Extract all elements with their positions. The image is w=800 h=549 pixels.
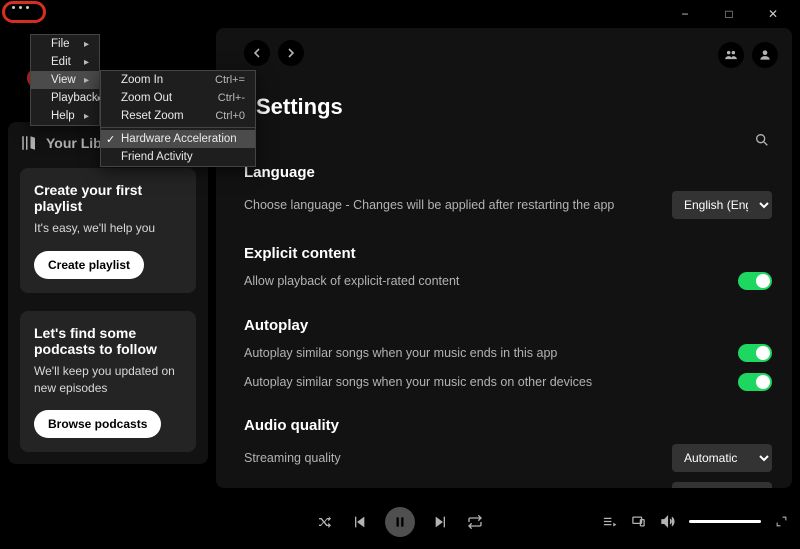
previous-button[interactable] xyxy=(351,514,367,530)
menu-item-hardware-acceleration[interactable]: ✓Hardware Acceleration xyxy=(101,130,255,148)
streaming-label: Streaming quality xyxy=(244,449,341,468)
settings-search-button[interactable] xyxy=(754,132,770,148)
audio-title: Audio quality xyxy=(244,417,772,434)
fullscreen-button[interactable] xyxy=(775,515,788,528)
search-icon xyxy=(754,132,770,148)
download-quality-select[interactable]: High xyxy=(672,482,772,488)
menu-item-edit[interactable]: Edit▸ xyxy=(31,53,99,71)
menu-item-file[interactable]: File▸ xyxy=(31,35,99,53)
devices-icon xyxy=(631,514,646,529)
menu-item-zoom-out[interactable]: Zoom OutCtrl+- xyxy=(101,89,255,107)
create-playlist-card: Create your first playlist It's easy, we… xyxy=(20,168,196,293)
menu-item-reset-zoom[interactable]: Reset ZoomCtrl+0 xyxy=(101,107,255,125)
repeat-button[interactable] xyxy=(467,514,483,530)
podcast-card: Let's find some podcasts to follow We'll… xyxy=(20,311,196,453)
nav-forward-button[interactable] xyxy=(278,40,304,66)
menu-item-friend-activity[interactable]: Friend Activity xyxy=(101,148,255,166)
create-playlist-button[interactable]: Create playlist xyxy=(34,251,144,279)
library-icon xyxy=(20,134,38,152)
window-close-button[interactable]: ✕ xyxy=(758,2,788,26)
player-center xyxy=(317,507,483,537)
streaming-quality-select[interactable]: Automatic xyxy=(672,444,772,472)
expand-icon xyxy=(775,515,788,528)
section-explicit: Explicit content Allow playback of expli… xyxy=(244,245,772,291)
section-autoplay: Autoplay Autoplay similar songs when you… xyxy=(244,317,772,392)
autoplay-title: Autoplay xyxy=(244,317,772,334)
settings-panel: Settings Language Choose language - Chan… xyxy=(216,28,792,488)
autoplay-desc1: Autoplay similar songs when your music e… xyxy=(244,344,557,363)
devices-button[interactable] xyxy=(631,514,646,529)
chevron-right-icon xyxy=(286,48,296,58)
chevron-left-icon xyxy=(252,48,262,58)
profile-button[interactable] xyxy=(752,42,778,68)
top-right-icons xyxy=(718,42,778,68)
menu-separator xyxy=(101,127,255,128)
page-title: Settings xyxy=(256,94,772,120)
menu-item-help[interactable]: Help▸ xyxy=(31,107,99,125)
nav-back-button[interactable] xyxy=(244,40,270,66)
autoplay-devices-toggle[interactable] xyxy=(738,373,772,391)
browse-podcasts-button[interactable]: Browse podcasts xyxy=(34,410,161,438)
card2-title: Let's find some podcasts to follow xyxy=(34,325,182,357)
window-minimize-button[interactable]: − xyxy=(670,2,700,26)
people-icon xyxy=(724,48,738,62)
explicit-desc: Allow playback of explicit-rated content xyxy=(244,272,459,291)
skip-back-icon xyxy=(351,514,367,530)
menu-item-playback[interactable]: Playback▸ xyxy=(31,89,99,107)
player-right xyxy=(602,514,788,529)
app-menu-button[interactable] xyxy=(8,3,33,12)
section-language: Language Choose language - Changes will … xyxy=(244,164,772,219)
shuffle-button[interactable] xyxy=(317,514,333,530)
view-submenu: Zoom InCtrl+= Zoom OutCtrl+- Reset ZoomC… xyxy=(100,70,256,167)
main-context-menu: File▸ Edit▸ View▸ Playback▸ Help▸ xyxy=(30,34,100,126)
volume-slider[interactable] xyxy=(689,520,761,523)
card1-sub: It's easy, we'll help you xyxy=(34,220,182,237)
player-bar xyxy=(0,494,800,549)
autoplay-app-toggle[interactable] xyxy=(738,344,772,362)
language-select[interactable]: English (English) xyxy=(672,191,772,219)
pause-icon xyxy=(393,515,407,529)
user-icon xyxy=(758,48,772,62)
play-pause-button[interactable] xyxy=(385,507,415,537)
language-title: Language xyxy=(244,164,772,181)
volume-icon xyxy=(660,514,675,529)
menu-item-view[interactable]: View▸ xyxy=(31,71,99,89)
autoplay-desc2: Autoplay similar songs when your music e… xyxy=(244,373,592,392)
next-button[interactable] xyxy=(433,514,449,530)
skip-forward-icon xyxy=(433,514,449,530)
download-label: Download ? xyxy=(244,487,318,488)
shuffle-icon xyxy=(317,514,333,530)
language-desc: Choose language - Changes will be applie… xyxy=(244,196,614,215)
titlebar: − □ ✕ xyxy=(0,0,800,28)
nav-history xyxy=(244,40,772,66)
queue-icon xyxy=(602,514,617,529)
explicit-title: Explicit content xyxy=(244,245,772,262)
queue-button[interactable] xyxy=(602,514,617,529)
window-maximize-button[interactable]: □ xyxy=(714,2,744,26)
explicit-toggle[interactable] xyxy=(738,272,772,290)
volume-button[interactable] xyxy=(660,514,675,529)
friend-activity-icon[interactable] xyxy=(718,42,744,68)
repeat-icon xyxy=(467,514,483,530)
card1-title: Create your first playlist xyxy=(34,182,182,214)
section-audio: Audio quality Streaming quality Automati… xyxy=(244,417,772,488)
card2-sub: We'll keep you updated on new episodes xyxy=(34,363,182,397)
menu-item-zoom-in[interactable]: Zoom InCtrl+= xyxy=(101,71,255,89)
library-panel: Your Library Create your first playlist … xyxy=(8,122,208,464)
